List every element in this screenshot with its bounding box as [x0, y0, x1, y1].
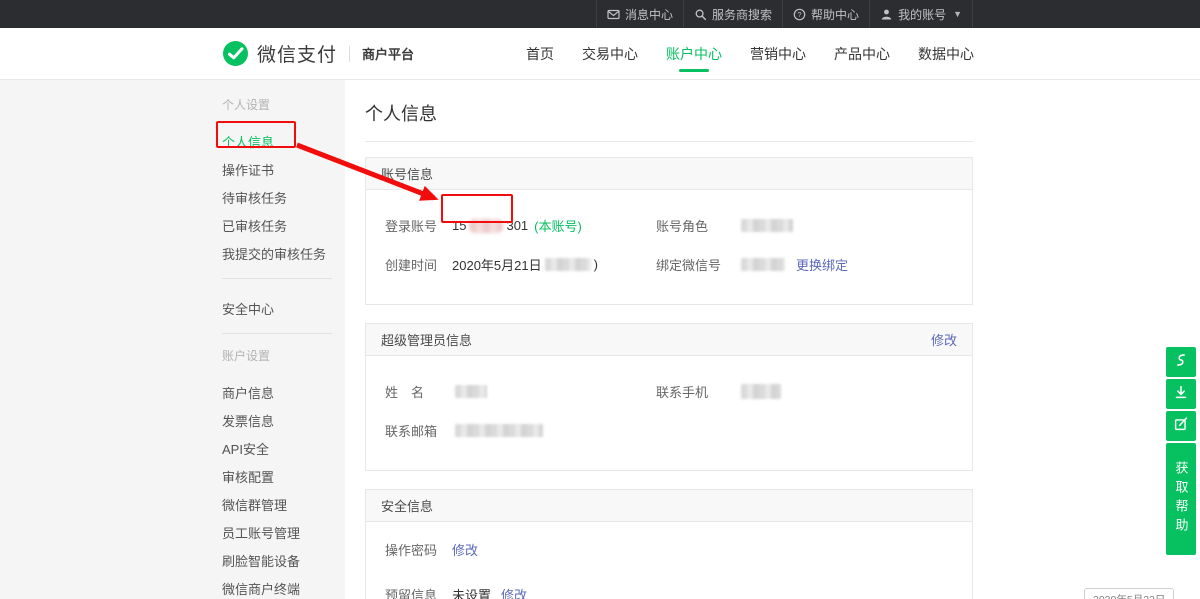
sidebar-item-personal-info[interactable]: 个人信息: [222, 125, 345, 153]
help-icon: ?: [793, 8, 806, 21]
security-info-card: 安全信息 操作密码 修改 预留信息 未设置 修改 预留信息是由你自己设置的一段文…: [365, 489, 973, 599]
security-info-card-header: 安全信息: [366, 490, 972, 522]
sidebar-divider: [222, 278, 332, 279]
brand-name: 微信支付: [257, 40, 337, 67]
nav-transaction-center[interactable]: 交易中心: [578, 28, 642, 80]
login-account-label: 登录账号: [385, 216, 452, 235]
account-info-card-header: 账号信息: [366, 158, 972, 190]
sidebar-item-wechat-merchant-terminal[interactable]: 微信商户终端: [222, 572, 345, 599]
edit-icon: [1172, 415, 1190, 438]
caret-down-icon: ▼: [953, 9, 962, 19]
admin-name-label: 姓 名: [385, 382, 452, 401]
reserved-info-value: 未设置: [452, 585, 491, 599]
topbar-item-provider-search[interactable]: 服务商搜索: [683, 0, 782, 28]
mail-icon: [607, 8, 620, 21]
wechat-pay-logo-icon: [222, 40, 249, 67]
link-icon: [1172, 351, 1190, 374]
sidebar-item-invoice-info[interactable]: 发票信息: [222, 404, 345, 432]
sidebar-item-security-center[interactable]: 安全中心: [222, 292, 345, 320]
topbar-item-label: 帮助中心: [811, 6, 859, 23]
contact-phone-label: 联系手机: [656, 382, 738, 401]
sidebar-item-staff-account-mgmt[interactable]: 员工账号管理: [222, 516, 345, 544]
topbar-item-help-center[interactable]: ? 帮助中心: [782, 0, 869, 28]
link-button[interactable]: [1166, 347, 1196, 377]
password-modify-link[interactable]: 修改: [452, 540, 478, 559]
sidebar-divider: [222, 333, 332, 334]
brand-divider: [349, 46, 350, 62]
sidebar-item-reviewed-tasks[interactable]: 已审核任务: [222, 209, 345, 237]
current-account-note: (本账号): [534, 216, 582, 235]
sidebar-item-face-smart-device[interactable]: 刷脸智能设备: [222, 544, 345, 572]
nav-data-center[interactable]: 数据中心: [914, 28, 978, 80]
redacted-account-role: [741, 219, 793, 232]
user-icon: [880, 8, 893, 21]
sidebar: 个人设置 个人信息 操作证书 待审核任务 已审核任务 我提交的审核任务 安全中心…: [0, 80, 345, 599]
nav-product-center[interactable]: 产品中心: [830, 28, 894, 80]
reserved-info-label: 预留信息: [385, 585, 452, 599]
portal-name: 商户平台: [362, 44, 414, 63]
bound-wechat-label: 绑定微信号: [656, 255, 738, 274]
redacted-created-tail: [545, 258, 591, 271]
created-time-value: 2020年5月21日 ): [452, 255, 598, 274]
super-admin-card: 超级管理员信息 修改 姓 名 联系手机: [365, 323, 973, 471]
page-title: 个人信息: [365, 100, 1200, 126]
card-title: 超级管理员信息: [381, 330, 472, 349]
sidebar-section-personal-settings: 个人设置: [222, 96, 345, 113]
topbar-item-label: 服务商搜索: [712, 6, 772, 23]
sidebar-item-operation-certificate[interactable]: 操作证书: [222, 153, 345, 181]
contact-email-label: 联系邮箱: [385, 421, 452, 440]
redacted-wechat-id: [741, 258, 785, 271]
main-nav: 首页 交易中心 账户中心 营销中心 产品中心 数据中心: [522, 28, 978, 80]
redacted-contact-email: [455, 424, 543, 437]
redacted-login-middle: [469, 219, 503, 233]
main-content: 个人信息 账号信息 登录账号 15 301 (: [345, 80, 1200, 599]
topbar-item-message-center[interactable]: 消息中心: [596, 0, 683, 28]
card-title: 安全信息: [381, 496, 433, 515]
title-divider: [365, 141, 973, 142]
nav-home[interactable]: 首页: [522, 28, 558, 80]
sidebar-item-wechat-group-mgmt[interactable]: 微信群管理: [222, 488, 345, 516]
super-admin-card-header: 超级管理员信息 修改: [366, 324, 972, 356]
operation-password-label: 操作密码: [385, 540, 452, 559]
login-account-value: 15 301 (本账号): [452, 216, 582, 235]
redacted-admin-name: [455, 385, 487, 398]
sidebar-item-merchant-info[interactable]: 商户信息: [222, 376, 345, 404]
admin-modify-link[interactable]: 修改: [931, 330, 957, 349]
account-info-card: 账号信息 登录账号 15 301 (本账号): [365, 157, 973, 305]
sidebar-item-api-security[interactable]: API安全: [222, 432, 345, 460]
search-icon: [694, 8, 707, 21]
date-tooltip: 2020年5月22日: [1084, 588, 1174, 599]
get-help-button[interactable]: 获取帮助: [1166, 443, 1196, 555]
redacted-contact-phone: [741, 384, 781, 399]
topbar-item-my-account[interactable]: 我的账号 ▼: [869, 0, 973, 28]
reserved-modify-link[interactable]: 修改: [501, 585, 527, 599]
sidebar-section-account-settings: 账户设置: [222, 347, 345, 364]
svg-text:?: ?: [797, 10, 801, 19]
site-header: 微信支付 商户平台 首页 交易中心 账户中心 营销中心 产品中心 数据中心: [0, 28, 1200, 80]
nav-marketing-center[interactable]: 营销中心: [746, 28, 810, 80]
brand[interactable]: 微信支付 商户平台: [222, 40, 414, 67]
card-title: 账号信息: [381, 164, 433, 183]
change-binding-link[interactable]: 更换绑定: [796, 255, 848, 274]
download-icon: [1172, 383, 1190, 406]
sidebar-item-my-submitted-tasks[interactable]: 我提交的审核任务: [222, 237, 345, 265]
float-help-bar: 获取帮助: [1166, 347, 1196, 555]
sidebar-item-pending-review-tasks[interactable]: 待审核任务: [222, 181, 345, 209]
nav-account-center[interactable]: 账户中心: [662, 28, 726, 80]
utility-topbar: 消息中心 服务商搜索 ? 帮助中心 我的账号 ▼: [0, 0, 1200, 28]
merchant-platform-page: 消息中心 服务商搜索 ? 帮助中心 我的账号 ▼ 微信支付 商户平台 首页 交易…: [0, 0, 1200, 599]
account-role-label: 账号角色: [656, 216, 738, 235]
topbar-item-label: 我的账号: [898, 6, 946, 23]
sidebar-item-review-config[interactable]: 审核配置: [222, 460, 345, 488]
topbar-item-label: 消息中心: [625, 6, 673, 23]
download-button[interactable]: [1166, 379, 1196, 409]
created-time-label: 创建时间: [385, 255, 452, 274]
feedback-button[interactable]: [1166, 411, 1196, 441]
